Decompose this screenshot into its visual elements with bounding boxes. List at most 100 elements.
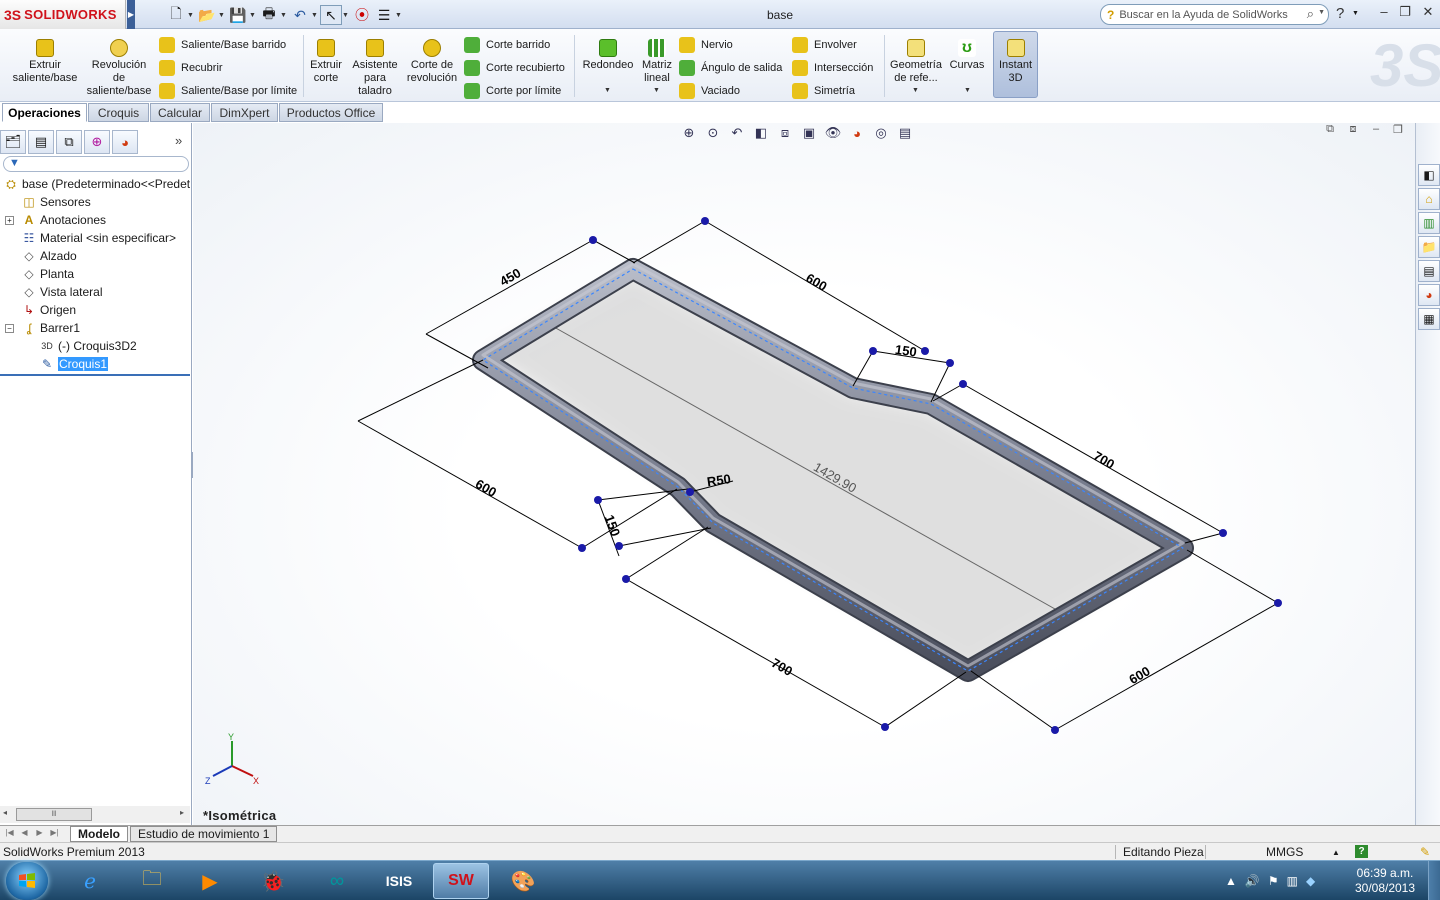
last-tab-icon[interactable]: ▶| — [48, 828, 61, 840]
minimize-icon[interactable]: – — [1374, 4, 1394, 22]
dim-700-right[interactable]: 700 — [1091, 448, 1117, 472]
tab-operaciones[interactable]: Operaciones — [2, 103, 87, 122]
dimxpert-manager-tab-icon[interactable]: ⊕ — [84, 130, 110, 154]
system-clock[interactable]: 06:39 a.m. 30/08/2013 — [1345, 866, 1425, 896]
reference-dropdown-icon[interactable]: ▼ — [912, 87, 919, 94]
help-search-box[interactable]: ? Buscar en la Ayuda de SolidWorks ⌕ ▼ — [1100, 4, 1329, 25]
action-center-icon[interactable]: ⚑ — [1268, 874, 1279, 888]
start-button[interactable] — [6, 862, 48, 900]
feature-tree-tab-icon[interactable]: 🗂 — [0, 130, 26, 154]
help-dropdown-icon[interactable]: ▼ — [1352, 10, 1359, 17]
model-view[interactable]: 450 600 150 700 600 R50 150 700 600 1429… — [193, 123, 1415, 825]
paint-icon[interactable]: 🎨 — [495, 863, 551, 899]
first-tab-icon[interactable]: |◀ — [3, 828, 16, 840]
curves-button[interactable]: ʊ Curvas — [946, 33, 988, 72]
boundary-boss-button[interactable]: Saliente/Base por límite — [159, 79, 297, 102]
draft-button[interactable]: Ángulo de salida — [679, 56, 782, 79]
show-hidden-icons[interactable]: ▲ — [1225, 874, 1237, 888]
print-dropdown[interactable]: ▼ — [280, 12, 289, 19]
intersect-button[interactable]: Intersección — [792, 56, 873, 79]
custom-properties-icon[interactable]: ▦ — [1418, 308, 1440, 330]
graphics-area[interactable]: ⊕ ⊙ ↶ ◧ ⧈ ▣ 👁 ◕ ◎ ▤ ⧉ ⧈ – ❐ ✕ — [193, 123, 1415, 825]
expand-toggle[interactable]: + — [5, 216, 14, 225]
hole-wizard-button[interactable]: Asistente para taladro — [349, 33, 401, 98]
open-folder-icon[interactable]: 📂 — [196, 5, 218, 25]
dim-600-left[interactable]: 600 — [473, 476, 499, 500]
dim-600-right[interactable]: 600 — [1126, 663, 1152, 687]
feature-tree-filter[interactable]: ▼ — [3, 156, 189, 172]
tree-item-alzado[interactable]: ◇ Alzado — [21, 247, 76, 265]
reference-geometry-button[interactable]: Geometría de refe... — [888, 33, 944, 85]
tree-item-croquis3d2[interactable]: 3D (-) Croquis3D2 — [39, 337, 136, 355]
units-dropdown-icon[interactable]: ▲ — [1332, 848, 1340, 857]
solidworks-logo[interactable]: 3S SOLIDWORKS — [0, 0, 126, 29]
extrude-boss-button[interactable]: Extruir saliente/base — [10, 33, 80, 85]
tab-modelo[interactable]: Modelo — [70, 826, 128, 842]
boundary-cut-button[interactable]: Corte por límite — [464, 79, 565, 102]
tree-item-material[interactable]: ☷ Material <sin especificar> — [21, 229, 176, 247]
scroll-right-icon[interactable]: ▸ — [180, 808, 184, 817]
file-explorer-icon[interactable]: 📁 — [1418, 236, 1440, 258]
dim-150-bottom[interactable]: 150 — [602, 513, 624, 539]
pattern-dropdown-icon[interactable]: ▼ — [653, 87, 660, 94]
network-icon[interactable]: ▥ — [1287, 874, 1298, 888]
swept-boss-button[interactable]: Saliente/Base barrido — [159, 33, 297, 56]
rebuild-traffic-light-icon[interactable]: ⦿ — [351, 5, 373, 25]
prev-tab-icon[interactable]: ◀ — [18, 828, 31, 840]
open-dropdown[interactable]: ▼ — [218, 12, 227, 19]
file-explorer-taskbar-icon[interactable]: 🗀 — [124, 863, 180, 899]
shell-button[interactable]: Vaciado — [679, 79, 782, 102]
fillet-button[interactable]: Redondeo — [580, 33, 636, 72]
lofted-cut-button[interactable]: Corte recubierto — [464, 56, 565, 79]
save-dropdown[interactable]: ▼ — [249, 12, 258, 19]
tree-item-planta[interactable]: ◇ Planta — [21, 265, 74, 283]
print-icon[interactable]: 🖶 — [258, 5, 280, 25]
collapse-toggle[interactable]: − — [5, 324, 14, 333]
new-document-icon[interactable]: 🗋 — [165, 5, 187, 25]
tab-estudio-movimiento[interactable]: Estudio de movimiento 1 — [130, 826, 278, 842]
restore-icon[interactable]: ❐ — [1395, 4, 1415, 22]
media-player-icon[interactable]: ▶ — [182, 863, 238, 899]
volume-icon[interactable]: 🔊 — [1245, 874, 1260, 888]
tab-dimxpert[interactable]: DimXpert — [211, 103, 278, 122]
help-search-input[interactable]: Buscar en la Ayuda de SolidWorks — [1119, 9, 1287, 21]
revolve-boss-button[interactable]: Revolución de saliente/base — [85, 33, 153, 98]
undo-icon[interactable]: ↶ — [289, 5, 311, 25]
dim-450[interactable]: 450 — [497, 265, 523, 289]
options-dropdown[interactable]: ▼ — [395, 12, 404, 19]
view-palette-icon[interactable]: ▤ — [1418, 260, 1440, 282]
home-icon[interactable]: ⌂ — [1418, 188, 1440, 210]
fillet-dropdown-icon[interactable]: ▼ — [604, 87, 611, 94]
revolved-cut-button[interactable]: Corte de revolución — [406, 33, 458, 85]
rollback-bar[interactable] — [0, 374, 190, 376]
property-manager-tab-icon[interactable]: ▤ — [28, 130, 54, 154]
quick-tips-icon[interactable]: ? — [1355, 845, 1368, 858]
tree-item-croquis1[interactable]: ✎ Croquis1 — [39, 355, 109, 373]
design-library-icon[interactable]: ▥ — [1418, 212, 1440, 234]
horizontal-scrollbar[interactable]: ◂ lll ▸ — [0, 806, 190, 823]
tree-item-anotaciones[interactable]: A Anotaciones — [21, 211, 106, 229]
new-dropdown[interactable]: ▼ — [187, 12, 196, 19]
select-pointer-icon[interactable]: ↖ — [320, 5, 342, 25]
tab-productos-office[interactable]: Productos Office — [279, 103, 383, 122]
arduino-icon[interactable]: ∞ — [309, 863, 365, 899]
options-icon[interactable]: ☰ — [373, 5, 395, 25]
solidworks-resources-icon[interactable]: ◧ — [1418, 164, 1440, 186]
search-icon[interactable]: ⌕ — [1307, 6, 1314, 22]
tree-item-sensores[interactable]: ◫ Sensores — [21, 193, 90, 211]
tree-item-barrer1[interactable]: ʆ Barrer1 — [21, 319, 80, 337]
dim-600-top[interactable]: 600 — [803, 270, 829, 294]
help-button[interactable]: ? — [1336, 5, 1344, 22]
swept-cut-button[interactable]: Corte barrido — [464, 33, 565, 56]
rib-button[interactable]: Nervio — [679, 33, 782, 56]
scroll-thumb[interactable]: lll — [16, 808, 92, 821]
extruded-cut-button[interactable]: Extruir corte — [307, 33, 345, 85]
tree-root-part[interactable]: ⛭ base (Predeterminado<<Predet — [3, 175, 190, 193]
configuration-manager-tab-icon[interactable]: ⧉ — [56, 130, 82, 154]
save-icon[interactable]: 💾 — [227, 5, 249, 25]
wrap-button[interactable]: Envolver — [792, 33, 873, 56]
tab-calcular[interactable]: Calcular — [150, 103, 210, 122]
mirror-button[interactable]: Simetría — [792, 79, 873, 102]
units-status[interactable]: MMGS — [1266, 845, 1303, 859]
dim-150-top[interactable]: 150 — [894, 342, 918, 360]
